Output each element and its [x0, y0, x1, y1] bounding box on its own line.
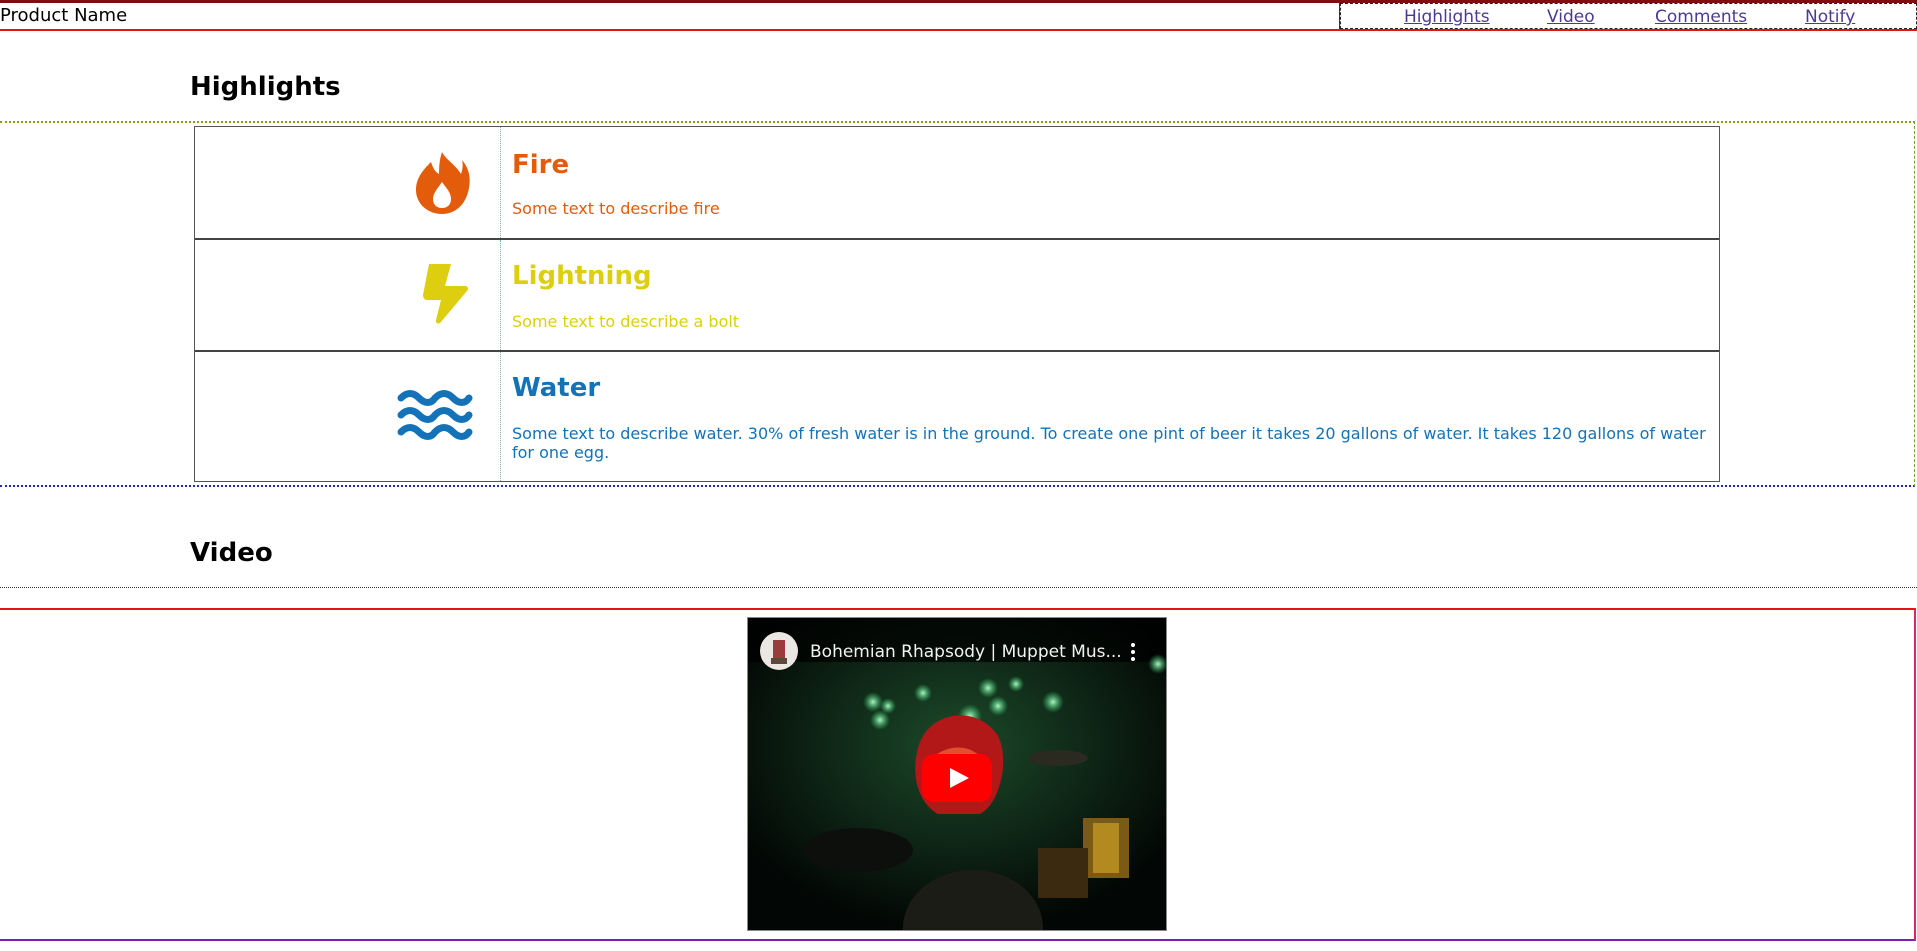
more-options-icon[interactable] — [1128, 642, 1138, 662]
highlight-text-cell: Water Some text to describe water. 30% o… — [502, 352, 1719, 481]
highlight-row-lightning: Lightning Some text to describe a bolt — [195, 238, 1719, 350]
water-icon — [397, 390, 473, 440]
product-name-box: Product Name — [0, 3, 1340, 29]
nav-link-notify[interactable]: Notify — [1805, 6, 1855, 28]
highlight-icon-cell — [195, 240, 501, 350]
divider — [0, 587, 1917, 588]
highlight-icon-cell — [195, 352, 501, 481]
highlight-title: Fire — [512, 150, 570, 180]
highlight-text-cell: Fire Some text to describe fire — [502, 127, 1719, 238]
video-heading: Video — [190, 538, 273, 568]
lightning-icon — [423, 264, 469, 324]
highlight-description: Some text to describe fire — [512, 199, 720, 218]
channel-avatar-icon[interactable] — [760, 632, 798, 670]
highlight-title: Lightning — [512, 261, 652, 291]
highlight-text-cell: Lightning Some text to describe a bolt — [502, 240, 1719, 350]
highlight-description: Some text to describe a bolt — [512, 312, 740, 331]
nav-link-comments[interactable]: Comments — [1655, 6, 1747, 28]
highlight-icon-cell — [195, 127, 501, 238]
highlights-heading: Highlights — [190, 72, 341, 102]
product-name: Product Name — [0, 5, 128, 26]
highlight-description: Some text to describe water. 30% of fres… — [512, 424, 1706, 462]
fire-icon — [416, 152, 470, 214]
highlights-table: Fire Some text to describe fire Lightnin… — [194, 126, 1720, 482]
nav-bar: Highlights Video Comments Notify — [1340, 3, 1917, 29]
highlight-title: Water — [512, 373, 601, 403]
video-player[interactable]: Bohemian Rhapsody | Muppet Mus... — [747, 617, 1167, 931]
nav-link-highlights[interactable]: Highlights — [1404, 6, 1490, 28]
highlight-row-fire: Fire Some text to describe fire — [195, 127, 1719, 238]
nav-link-video[interactable]: Video — [1547, 6, 1595, 28]
play-icon[interactable] — [922, 754, 992, 802]
video-title[interactable]: Bohemian Rhapsody | Muppet Mus... — [810, 642, 1122, 662]
top-bar: Product Name Highlights Video Comments N… — [0, 0, 1917, 31]
highlight-row-water: Water Some text to describe water. 30% o… — [195, 350, 1719, 481]
